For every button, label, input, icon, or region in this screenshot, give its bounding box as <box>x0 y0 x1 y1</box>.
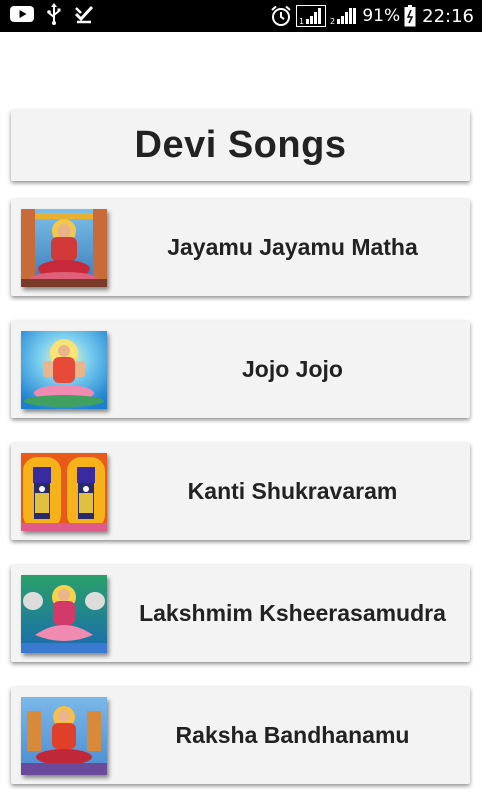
page-title: Devi Songs <box>134 124 347 166</box>
song-title: Raksha Bandhanamu <box>175 722 410 748</box>
balaji-image <box>21 453 107 531</box>
song-item-raksha-bandhanamu[interactable]: Raksha Bandhanamu <box>11 687 470 784</box>
alarm-icon <box>270 5 292 27</box>
usb-icon <box>46 3 62 29</box>
battery-percent: 91% <box>362 6 401 26</box>
download-done-icon <box>74 4 94 28</box>
lakshmi-lotus-image <box>21 331 107 409</box>
durga-image <box>21 697 107 775</box>
svg-text:1: 1 <box>299 17 304 26</box>
lakshmi-seated-image <box>21 209 107 287</box>
song-item-lakshmim-ksheerasamudra[interactable]: Lakshmim Ksheerasamudra <box>11 565 470 662</box>
status-bar: 1 2 91% 22:16 <box>0 0 482 32</box>
lakshmi-elephants-image <box>21 575 107 653</box>
svg-text:2: 2 <box>330 17 335 26</box>
youtube-icon <box>10 5 34 27</box>
song-item-jayamu-jayamu-matha[interactable]: Jayamu Jayamu Matha <box>11 199 470 296</box>
clock: 22:16 <box>422 5 474 27</box>
song-title: Kanti Shukravaram <box>187 478 398 504</box>
signal-sim2-icon: 2 <box>330 5 358 27</box>
song-item-jojo-jojo[interactable]: Jojo Jojo <box>11 321 470 418</box>
battery-icon <box>404 5 416 27</box>
song-item-kanti-shukravaram[interactable]: Kanti Shukravaram <box>11 443 470 540</box>
title-card: Devi Songs <box>11 110 470 181</box>
song-title: Jojo Jojo <box>242 356 343 382</box>
song-title: Lakshmim Ksheerasamudra <box>139 600 446 626</box>
signal-sim1-icon: 1 <box>296 5 327 27</box>
song-title: Jayamu Jayamu Matha <box>167 234 418 260</box>
